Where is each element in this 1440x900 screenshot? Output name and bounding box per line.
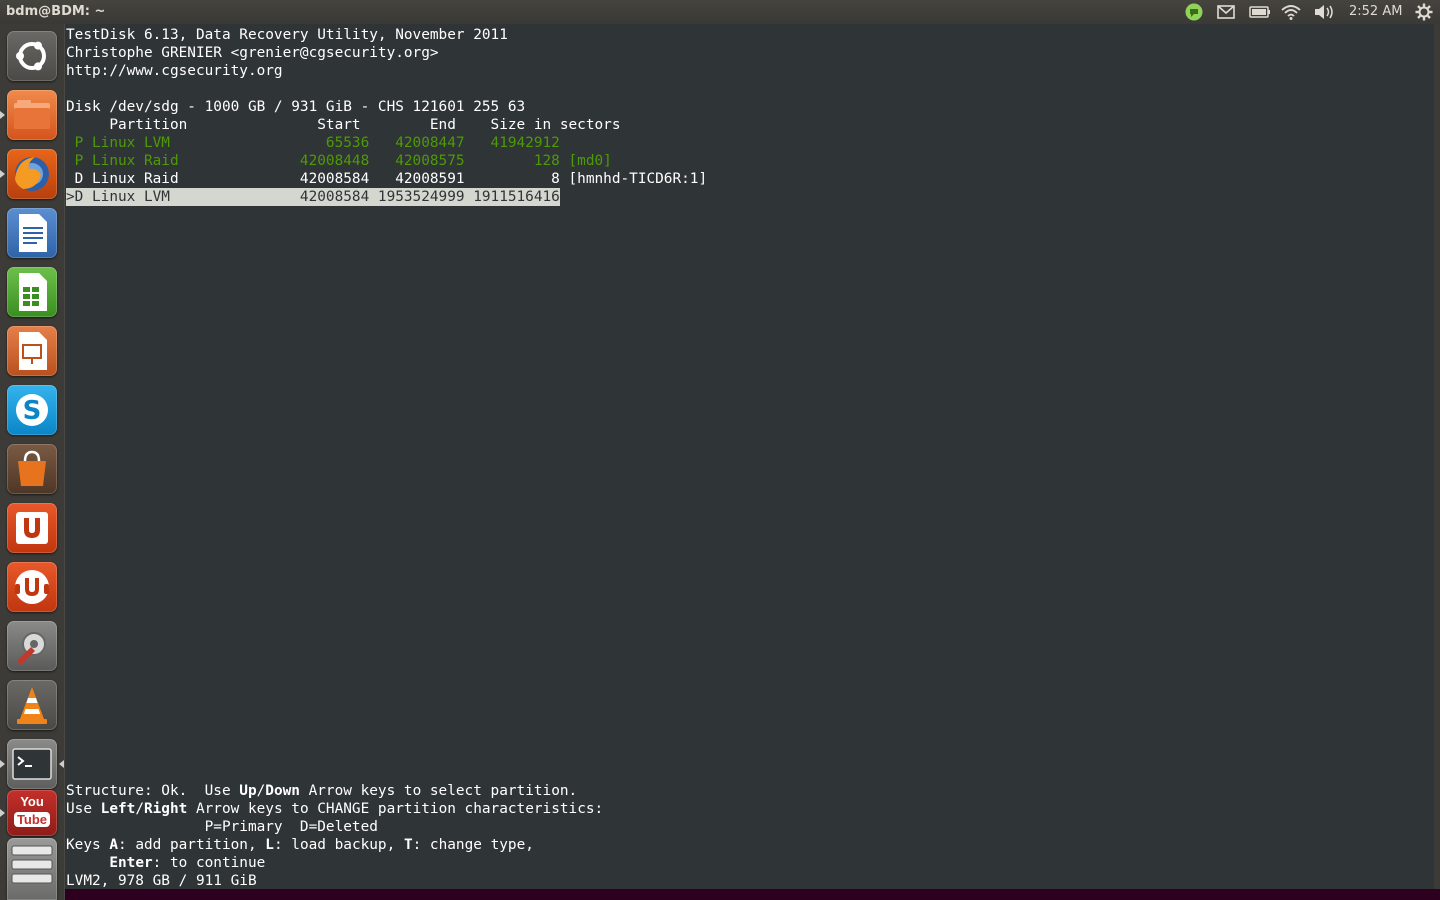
launcher-impress[interactable] xyxy=(7,326,57,376)
folder-icon xyxy=(14,100,50,129)
launcher-youtube[interactable]: You Tube xyxy=(7,790,57,836)
ubuntu-one-music-icon xyxy=(15,570,49,604)
launcher-home-folder[interactable] xyxy=(7,90,57,140)
firefox-icon xyxy=(15,157,49,191)
youtube-label-top: You xyxy=(20,794,44,809)
session-gear-icon[interactable] xyxy=(1413,2,1435,22)
clock[interactable]: 2:52 AM xyxy=(1349,4,1402,19)
svg-text:S: S xyxy=(23,396,42,426)
help-line: Structure: Ok. Use Up/Down Arrow keys to… xyxy=(66,783,578,799)
disk-info-line: Disk /dev/sdg - 1000 GB / 931 GiB - CHS … xyxy=(66,99,526,115)
partition-row[interactable]: P Linux Raid 42008448 42008575 128 [md0] xyxy=(66,152,612,170)
launcher-ubuntu-one-music[interactable] xyxy=(7,562,57,612)
launcher-system-settings[interactable] xyxy=(7,621,57,671)
partition-table-header: Partition Start End Size in sectors xyxy=(66,117,621,133)
launcher-software-center[interactable] xyxy=(7,444,57,494)
top-panel: bdm@BDM: ~ 2:52 AM xyxy=(0,0,1440,24)
launcher-skype[interactable]: S xyxy=(7,385,57,435)
partition-row[interactable]: D Linux Raid 42008584 42008591 8 [hmnhd-… xyxy=(66,170,707,188)
youtube-icon: You Tube xyxy=(7,790,57,836)
software-center-icon xyxy=(18,450,46,486)
launcher-firefox[interactable] xyxy=(7,149,57,199)
focused-indicator xyxy=(59,760,64,768)
chat-indicator-icon[interactable] xyxy=(1183,2,1205,22)
help-line: Use Left/Right Arrow keys to CHANGE part… xyxy=(66,801,604,817)
header-line: http://www.cgsecurity.org xyxy=(66,63,283,79)
youtube-label-bottom: Tube xyxy=(13,812,51,827)
launcher-calc[interactable] xyxy=(7,267,57,317)
wifi-icon[interactable] xyxy=(1280,2,1302,22)
launcher-devices[interactable] xyxy=(7,838,57,900)
help-line: Keys A: add partition, L: load backup, T… xyxy=(66,837,534,853)
launcher-dash-home[interactable] xyxy=(7,31,57,81)
skype-icon: S xyxy=(16,394,48,426)
mail-icon[interactable] xyxy=(1215,2,1237,22)
running-indicator xyxy=(0,809,5,817)
partition-row-selected[interactable]: >D Linux LVM 42008584 1953524999 1911516… xyxy=(66,188,560,206)
window-title: bdm@BDM: ~ xyxy=(6,4,106,19)
status-line: LVM2, 978 GB / 911 GiB xyxy=(66,873,257,889)
writer-icon xyxy=(19,214,47,252)
help-line: Enter: to continue xyxy=(109,855,266,871)
launcher-terminal[interactable] xyxy=(7,739,57,789)
running-indicator xyxy=(0,760,5,768)
launcher: S You Tube xyxy=(0,24,65,900)
running-indicator xyxy=(0,111,5,119)
launcher-writer[interactable] xyxy=(7,208,57,258)
running-indicator xyxy=(0,170,5,178)
partition-row[interactable]: P Linux LVM 65536 42008447 41942912 xyxy=(66,134,560,152)
launcher-vlc[interactable] xyxy=(7,680,57,730)
launcher-ubuntu-one[interactable] xyxy=(7,503,57,553)
vlc-cone-icon xyxy=(17,687,47,724)
ubuntu-one-icon xyxy=(16,512,48,544)
settings-wrench-icon xyxy=(17,632,46,665)
battery-icon[interactable] xyxy=(1248,2,1272,22)
terminal-window[interactable]: TestDisk 6.13, Data Recovery Utility, No… xyxy=(65,24,1434,889)
volume-icon[interactable] xyxy=(1312,2,1336,22)
help-line: P=Primary D=Deleted xyxy=(66,819,378,835)
header-line: Christophe GRENIER <grenier@cgsecurity.o… xyxy=(66,45,439,61)
terminal-scrollbar[interactable] xyxy=(1434,24,1440,889)
terminal-icon xyxy=(12,748,52,780)
drive-icon xyxy=(11,845,53,884)
header-line: TestDisk 6.13, Data Recovery Utility, No… xyxy=(66,27,508,43)
ubuntu-logo-icon xyxy=(16,41,46,71)
impress-icon xyxy=(19,332,47,370)
calc-icon xyxy=(19,273,47,311)
